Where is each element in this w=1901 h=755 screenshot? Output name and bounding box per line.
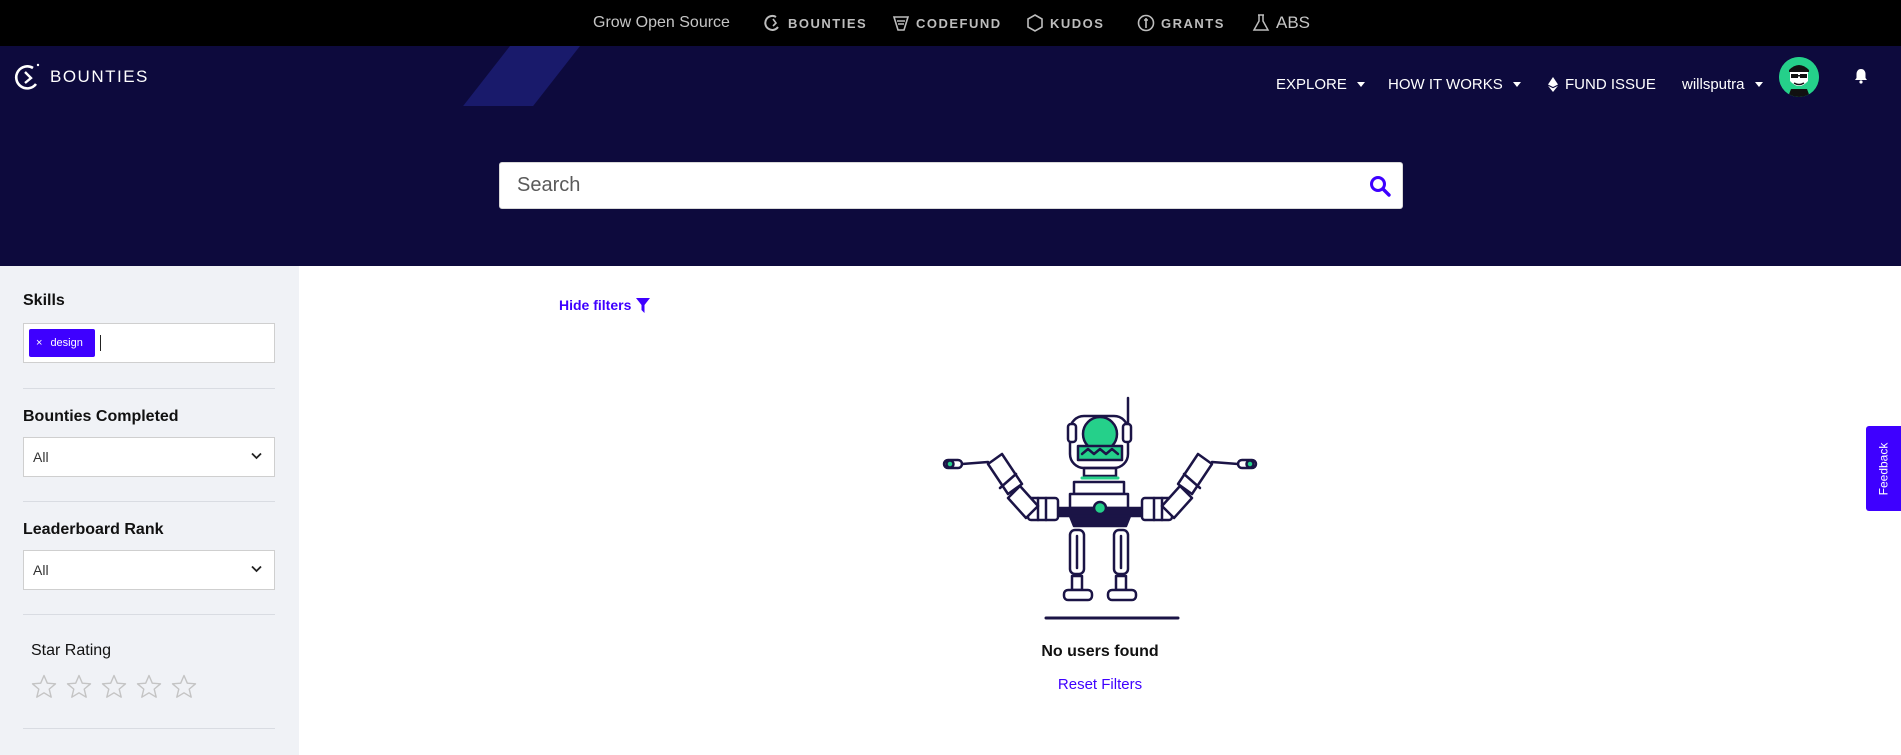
star-icon[interactable]	[31, 674, 57, 700]
leaderboard-rank-value: All	[33, 562, 49, 578]
logo-text: BOUNTIES	[50, 67, 149, 86]
star-icon[interactable]	[171, 674, 197, 700]
skill-tag-label: design	[50, 337, 83, 349]
chevron-down-icon	[1512, 81, 1521, 87]
empty-state-title: No users found	[1041, 643, 1159, 660]
codefund-icon	[892, 16, 910, 31]
divider	[23, 388, 275, 389]
eco-label-codefund: CODEFUND	[916, 15, 1002, 31]
divider	[23, 614, 275, 615]
search-input[interactable]	[500, 163, 1360, 208]
eco-link-kudos[interactable]: KUDOS	[1026, 0, 1104, 46]
ecosystem-bar: Grow Open Source BOUNTIES CODEFUND KUDOS…	[0, 0, 1901, 46]
filters-sidebar: Skills × design Bounties Completed All L…	[0, 266, 299, 755]
robot-illustration	[942, 396, 1258, 620]
eco-link-labs[interactable]: ABS	[1252, 0, 1310, 46]
text-cursor	[100, 335, 101, 351]
feedback-tab[interactable]: Feedback	[1866, 426, 1901, 511]
chevron-down-icon	[1356, 81, 1365, 87]
hide-filters-label: Hide filters	[559, 297, 632, 313]
remove-tag-icon[interactable]: ×	[29, 337, 50, 349]
divider	[23, 501, 275, 502]
grants-icon	[1137, 14, 1155, 32]
eco-label-grants: GRANTS	[1161, 15, 1225, 31]
nav-fund-issue[interactable]: FUND ISSUE	[1548, 66, 1656, 102]
eco-label-labs: ABS	[1276, 13, 1311, 32]
chevron-down-icon	[251, 565, 262, 573]
grow-open-source-link[interactable]: Grow Open Source	[593, 0, 730, 46]
leaderboard-rank-label: Leaderboard Rank	[23, 521, 164, 538]
nav-explore-label: EXPLORE	[1276, 75, 1347, 93]
divider	[23, 728, 275, 729]
site-header: BOUNTIES EXPLORE HOW IT WORKS FUND ISSUE…	[0, 46, 1901, 266]
avatar-face-icon	[1779, 57, 1819, 97]
notifications-button[interactable]	[1853, 68, 1869, 89]
header-decor-stripe	[463, 46, 580, 106]
eco-link-codefund[interactable]: CODEFUND	[892, 0, 1002, 46]
skills-tag-input[interactable]: × design	[23, 323, 275, 363]
bounties-icon	[764, 14, 779, 31]
star-rating	[31, 674, 197, 700]
skills-label: Skills	[23, 292, 65, 309]
ethereum-icon	[1548, 76, 1558, 92]
nav-how-it-works-label: HOW IT WORKS	[1388, 75, 1503, 93]
star-icon[interactable]	[101, 674, 127, 700]
eco-label-bounties: BOUNTIES	[788, 15, 868, 31]
home-logo[interactable]: BOUNTIES	[14, 62, 149, 92]
nav-how-it-works[interactable]: HOW IT WORKS	[1388, 66, 1521, 102]
skill-tag: × design	[29, 329, 95, 357]
bounties-completed-label: Bounties Completed	[23, 408, 179, 425]
star-icon[interactable]	[136, 674, 162, 700]
eco-label-kudos: KUDOS	[1050, 15, 1105, 31]
bell-icon	[1855, 69, 1867, 84]
user-menu[interactable]: willsputra	[1682, 66, 1763, 102]
star-rating-label: Star Rating	[31, 642, 112, 659]
kudos-hexagon-icon	[1027, 14, 1043, 32]
username: willsputra	[1682, 75, 1745, 93]
hide-filters-button[interactable]: Hide filters	[559, 297, 651, 313]
nav-explore[interactable]: EXPLORE	[1276, 66, 1365, 102]
chevron-down-icon	[1754, 81, 1763, 87]
bounties-completed-value: All	[33, 449, 49, 465]
filter-funnel-icon	[636, 297, 651, 313]
avatar[interactable]	[1779, 57, 1819, 97]
labs-flask-icon	[1252, 14, 1270, 31]
bounties-logo-icon	[14, 63, 40, 90]
search-box	[499, 162, 1403, 209]
leaderboard-rank-select[interactable]: All	[23, 550, 275, 590]
tagline: Grow Open Source	[593, 14, 730, 31]
nav-fund-issue-label: FUND ISSUE	[1565, 75, 1656, 93]
reset-filters-link[interactable]: Reset Filters	[900, 676, 1300, 693]
feedback-label: Feedback	[1876, 442, 1891, 495]
chevron-down-icon	[251, 452, 262, 460]
search-icon[interactable]	[1368, 174, 1392, 198]
bounties-completed-select[interactable]: All	[23, 437, 275, 477]
eco-link-grants[interactable]: GRANTS	[1137, 0, 1225, 46]
star-icon[interactable]	[66, 674, 92, 700]
eco-link-bounties[interactable]: BOUNTIES	[764, 0, 867, 46]
